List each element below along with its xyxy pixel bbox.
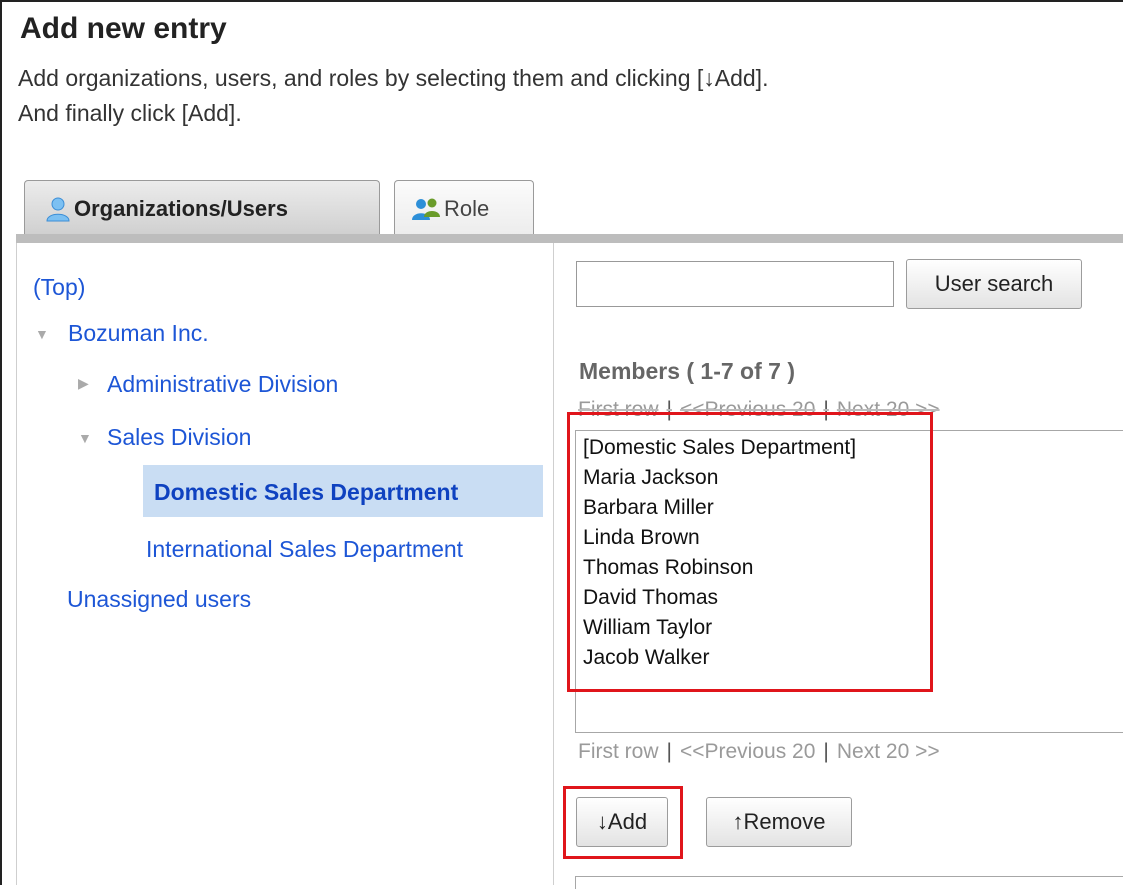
tree-item-unassigned-users[interactable]: Unassigned users xyxy=(67,586,251,613)
pager-previous-link[interactable]: <<Previous 20 xyxy=(680,398,815,421)
tree-item-administrative-division[interactable]: Administrative Division xyxy=(107,371,338,398)
user-icon xyxy=(46,197,70,221)
pager-previous-link[interactable]: <<Previous 20 xyxy=(680,740,815,763)
member-item[interactable]: David Thomas xyxy=(583,583,718,613)
tab-organizations-users-label: Organizations/Users xyxy=(74,195,288,221)
tab-role-label: Role xyxy=(444,195,490,221)
user-search-button[interactable]: User search xyxy=(906,259,1082,309)
pager-next-link[interactable]: Next 20 >> xyxy=(837,398,940,421)
member-item[interactable]: Thomas Robinson xyxy=(583,553,753,583)
member-item[interactable]: [Domestic Sales Department] xyxy=(583,433,856,463)
tree-item-bozuman[interactable]: Bozuman Inc. xyxy=(68,320,209,347)
collapse-right-icon[interactable]: ▶ xyxy=(78,375,89,392)
page-title: Add new entry xyxy=(20,12,227,45)
member-item[interactable]: Linda Brown xyxy=(583,523,700,553)
selected-list-box[interactable] xyxy=(575,876,1123,889)
member-item[interactable]: William Taylor xyxy=(583,613,712,643)
instruction-line-1: Add organizations, users, and roles by s… xyxy=(18,65,769,91)
pager-first-row-link[interactable]: First row xyxy=(578,398,659,421)
expand-down-icon[interactable]: ▼ xyxy=(78,430,92,446)
pager-next-link[interactable]: Next 20 >> xyxy=(837,740,940,763)
member-list-box[interactable]: [Domestic Sales Department] Maria Jackso… xyxy=(575,430,1123,733)
member-item[interactable]: Maria Jackson xyxy=(583,463,718,493)
tab-role[interactable]: Role xyxy=(394,180,534,236)
pager-bottom: First row | <<Previous 20 | Next 20 >> xyxy=(578,740,940,764)
tree-item-international-sales[interactable]: International Sales Department xyxy=(146,536,463,563)
pager-separator: | xyxy=(666,398,672,421)
members-title: Members ( 1-7 of 7 ) xyxy=(579,358,795,384)
tab-bar xyxy=(16,234,1123,243)
remove-button[interactable]: ↑Remove xyxy=(706,797,852,847)
member-item[interactable]: Jacob Walker xyxy=(583,643,709,673)
tree-item-top[interactable]: (Top) xyxy=(33,274,85,301)
tree-item-domestic-sales[interactable]: Domestic Sales Department xyxy=(154,479,458,506)
tab-organizations-users[interactable]: Organizations/Users xyxy=(24,180,380,236)
pager-separator: | xyxy=(666,740,672,763)
tree-item-sales-division[interactable]: Sales Division xyxy=(107,424,251,451)
pager-separator: | xyxy=(823,740,829,763)
pager-separator: | xyxy=(823,398,829,421)
pager-top: First row | <<Previous 20 | Next 20 >> xyxy=(578,398,940,422)
instruction-line-2: And finally click [Add]. xyxy=(18,100,242,126)
member-item[interactable]: Barbara Miller xyxy=(583,493,714,523)
role-icon xyxy=(412,198,440,220)
pager-first-row-link[interactable]: First row xyxy=(578,740,659,763)
expand-down-icon[interactable]: ▼ xyxy=(35,326,49,342)
user-search-input[interactable] xyxy=(576,261,894,307)
add-button[interactable]: ↓Add xyxy=(576,797,668,847)
